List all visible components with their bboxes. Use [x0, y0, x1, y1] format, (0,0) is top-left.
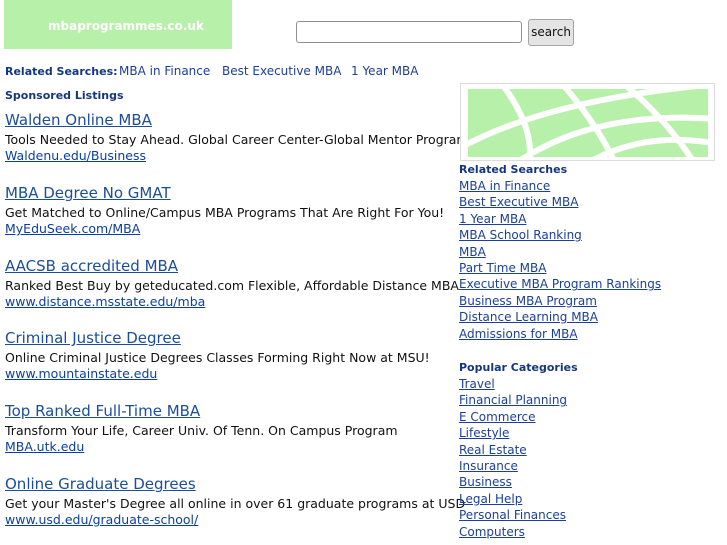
list-item: E Commerce: [459, 409, 567, 425]
list-item: Executive MBA Program Rankings: [459, 276, 661, 292]
listing-url[interactable]: MyEduSeek.com/MBA: [5, 221, 455, 237]
listing-description: Get your Master's Degree all online in o…: [5, 496, 466, 511]
listing-title[interactable]: MBA Degree No GMAT: [5, 184, 455, 202]
listing-description: Get Matched to Online/Campus MBA Program…: [5, 205, 445, 220]
list-item: Real Estate: [459, 442, 567, 458]
list-item: Part Time MBA: [459, 260, 661, 276]
sidebar-related-list: MBA in Finance Best Executive MBA 1 Year…: [459, 178, 661, 342]
list-item: Distance Learning MBA: [459, 309, 661, 325]
sidebar-related-link[interactable]: Business MBA Program: [459, 294, 597, 308]
list-item: Travel: [459, 376, 567, 392]
search-button[interactable]: search: [528, 19, 574, 46]
sidebar-category-link[interactable]: Lifestyle: [459, 426, 509, 440]
sidebar-category-link[interactable]: Financial Planning: [459, 393, 567, 407]
list-item: Lifestyle: [459, 425, 567, 441]
search-input[interactable]: [296, 21, 522, 43]
sidebar-related-link[interactable]: Executive MBA Program Rankings: [459, 277, 661, 291]
list-item: MBA School Ranking: [459, 227, 661, 243]
list-item: Computers: [459, 524, 567, 540]
list-item: Insurance: [459, 458, 567, 474]
related-link-best-executive-mba[interactable]: Best Executive MBA: [222, 64, 341, 78]
list-item: Admissions for MBA: [459, 326, 661, 342]
related-searches-label: Related Searches:: [5, 65, 118, 78]
listing-url[interactable]: MBA.utk.edu: [5, 439, 455, 455]
listing-description: Online Criminal Justice Degrees Classes …: [5, 350, 430, 365]
listing-title[interactable]: Top Ranked Full-Time MBA: [5, 402, 455, 420]
sidebar-category-link[interactable]: Insurance: [459, 459, 518, 473]
sidebar-category-link[interactable]: Computers: [459, 525, 525, 539]
listing-description: Tools Needed to Stay Ahead. Global Caree…: [5, 132, 469, 147]
sidebar-category-link[interactable]: Legal Help: [459, 492, 522, 506]
list-item: Business: [459, 474, 567, 490]
list-item: MBA: [459, 244, 661, 260]
listing-item: Walden Online MBA Tools Needed to Stay A…: [5, 111, 469, 164]
listing-item: AACSB accredited MBA Ranked Best Buy by …: [5, 257, 459, 310]
sidebar-related-link[interactable]: Distance Learning MBA: [459, 310, 598, 324]
listing-item: Online Graduate Degrees Get your Master'…: [5, 475, 466, 528]
listing-title[interactable]: Online Graduate Degrees: [5, 475, 455, 493]
sidebar-category-link[interactable]: Real Estate: [459, 443, 527, 457]
sidebar-category-link[interactable]: Business: [459, 475, 512, 489]
list-item: MBA in Finance: [459, 178, 661, 194]
listing-url[interactable]: Waldenu.edu/Business: [5, 148, 455, 164]
sponsored-listings-label: Sponsored Listings: [5, 89, 124, 102]
list-item: Financial Planning: [459, 392, 567, 408]
related-link-1-year-mba[interactable]: 1 Year MBA: [351, 64, 418, 78]
listing-url[interactable]: www.mountainstate.edu: [5, 366, 455, 382]
list-item: Legal Help: [459, 491, 567, 507]
listing-description: Ranked Best Buy by geteducated.com Flexi…: [5, 278, 459, 293]
listing-item: Top Ranked Full-Time MBA Transform Your …: [5, 402, 455, 455]
site-logo[interactable]: mbaprogrammes.co.uk: [4, 0, 232, 49]
sidebar-related-link[interactable]: MBA in Finance: [459, 179, 550, 193]
related-link-mba-finance[interactable]: MBA in Finance: [119, 64, 210, 78]
listing-description: Transform Your Life, Career Univ. Of Ten…: [5, 423, 398, 438]
list-item: Best Executive MBA: [459, 194, 661, 210]
list-item: 1 Year MBA: [459, 211, 661, 227]
sidebar-related-link[interactable]: 1 Year MBA: [459, 212, 526, 226]
listing-url[interactable]: www.usd.edu/graduate-school/: [5, 512, 455, 528]
listing-title[interactable]: Criminal Justice Degree: [5, 329, 455, 347]
listing-url[interactable]: www.distance.msstate.edu/mba: [5, 294, 455, 310]
sidebar-popular-heading: Popular Categories: [459, 361, 578, 374]
web-pattern-graphic: [468, 89, 708, 157]
listing-item: MBA Degree No GMAT Get Matched to Online…: [5, 184, 455, 237]
sidebar-popular-list: Travel Financial Planning E Commerce Lif…: [459, 376, 567, 540]
list-item: Personal Finances: [459, 507, 567, 523]
listing-item: Criminal Justice Degree Online Criminal …: [5, 329, 455, 382]
sidebar-category-link[interactable]: E Commerce: [459, 410, 536, 424]
logo-text: mbaprogrammes.co.uk: [48, 19, 204, 33]
sidebar-related-link[interactable]: Part Time MBA: [459, 261, 546, 275]
sidebar-related-link[interactable]: Best Executive MBA: [459, 195, 578, 209]
sidebar-related-link[interactable]: MBA School Ranking: [459, 228, 582, 242]
list-item: Business MBA Program: [459, 293, 661, 309]
sidebar-related-link[interactable]: Admissions for MBA: [459, 327, 578, 341]
sidebar-related-heading: Related Searches: [459, 163, 568, 176]
sidebar-category-link[interactable]: Travel: [459, 377, 495, 391]
sidebar-banner-image: [460, 83, 715, 161]
listing-title[interactable]: Walden Online MBA: [5, 111, 455, 129]
sidebar-related-link[interactable]: MBA: [459, 245, 486, 259]
listing-title[interactable]: AACSB accredited MBA: [5, 257, 455, 275]
sidebar-category-link[interactable]: Personal Finances: [459, 508, 566, 522]
